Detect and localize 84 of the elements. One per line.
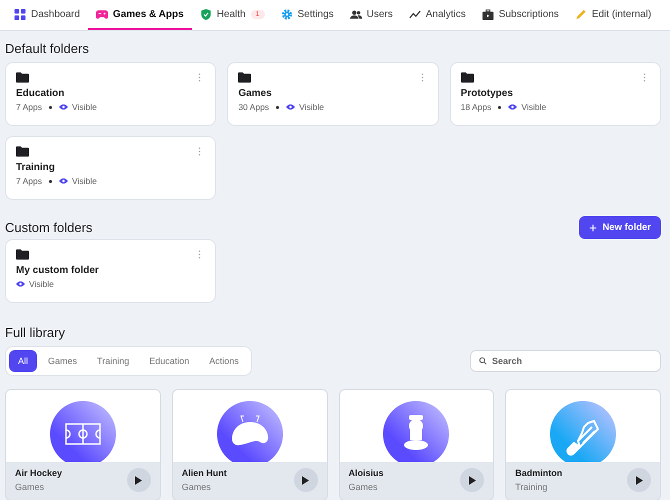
search-field[interactable]: Search (470, 350, 661, 372)
app-card[interactable]: Aloisius Games (338, 389, 494, 500)
folder-icon (238, 72, 252, 83)
folder-name: Education (16, 88, 66, 99)
more-options-icon[interactable] (420, 73, 424, 82)
users-icon (350, 8, 362, 20)
filter-chip[interactable]: Education (140, 350, 198, 372)
filter-chip[interactable]: All (9, 350, 38, 372)
more-options-icon[interactable] (198, 73, 202, 82)
separator-dot (49, 180, 52, 182)
briefcase-icon (482, 8, 494, 20)
visibility-label: Visible (72, 176, 97, 186)
folder-icon (16, 249, 29, 260)
app-name: Badminton (515, 468, 562, 478)
app-count: 7 Apps (16, 102, 42, 112)
nav-tab[interactable]: Settings (272, 0, 342, 30)
gamepad-icon (96, 8, 108, 20)
folder-card[interactable]: Games 30 Apps Visible (227, 62, 439, 126)
play-button[interactable] (460, 468, 484, 492)
app-count: 18 Apps (460, 102, 492, 112)
section-title: Default folders (5, 41, 90, 56)
folder-card[interactable]: My custom folder Visible (5, 239, 216, 303)
folder-icon (16, 146, 29, 157)
grid-icon (14, 8, 26, 20)
nav-tab[interactable]: Dashboard (6, 0, 88, 30)
app-category: Training (515, 482, 548, 492)
play-icon (135, 476, 142, 484)
app-count: 30 Apps (238, 102, 270, 112)
app-card[interactable]: Badminton Training (505, 389, 661, 500)
eye-icon (59, 178, 68, 184)
eye-icon (59, 104, 68, 110)
play-button[interactable] (294, 468, 318, 492)
nav-tab[interactable]: Games & Apps (88, 0, 192, 30)
folder-icon (16, 72, 29, 83)
folder-name: Prototypes (460, 88, 514, 99)
folder-name: Training (16, 162, 56, 173)
folder-icon (460, 72, 474, 83)
visibility-label: Visible (299, 102, 324, 112)
more-options-icon[interactable] (198, 147, 202, 156)
app-category: Games (15, 482, 46, 492)
filter-chip[interactable]: Actions (200, 350, 248, 372)
pencil-icon (574, 8, 587, 20)
eye-icon (16, 281, 25, 287)
shield-icon (200, 8, 212, 20)
app-name: Air Hockey (15, 468, 62, 478)
folder-card[interactable]: Education 7 Apps Visible (5, 62, 216, 126)
eye-icon (508, 104, 518, 110)
nav-tab[interactable]: Edit (internal) (566, 0, 660, 30)
folder-name: My custom folder (16, 265, 100, 276)
section-title: Custom folders (5, 220, 92, 235)
separator-dot (498, 106, 502, 108)
filter-chip[interactable]: Games (39, 350, 86, 372)
more-options-icon[interactable] (198, 250, 202, 259)
nav-tab[interactable]: Analytics (400, 0, 474, 30)
trend-line-icon (408, 8, 421, 20)
more-options-icon[interactable] (642, 73, 646, 82)
app-card[interactable]: Air Hockey Games (5, 389, 161, 500)
app-card[interactable]: Alien Hunt Games (172, 389, 328, 500)
app-count: 7 Apps (16, 176, 42, 186)
play-button[interactable] (627, 468, 651, 492)
new-folder-button[interactable]: New folder (579, 216, 661, 239)
folder-name: Games (238, 88, 273, 99)
eye-icon (286, 104, 296, 110)
separator-dot (276, 106, 280, 108)
settings-icon (280, 8, 292, 20)
play-icon (468, 476, 476, 484)
play-icon (302, 476, 309, 484)
play-button[interactable] (126, 468, 151, 492)
folder-card[interactable]: Prototypes 18 Apps Visible (450, 62, 661, 126)
folder-card[interactable]: Training 7 Apps Visible (5, 136, 216, 200)
section-title: Full library (5, 325, 66, 340)
visibility-label: Visible (521, 102, 546, 112)
visibility-label: Visible (72, 102, 97, 112)
plus-icon (589, 224, 598, 232)
app-name: Aloisius (348, 468, 384, 478)
filter-chip[interactable]: Training (88, 350, 138, 372)
app-category: Games (182, 482, 212, 492)
nav-tab[interactable]: Users (342, 0, 401, 30)
play-icon (636, 476, 642, 484)
visibility-label: Visible (29, 279, 54, 289)
app-name: Alien Hunt (182, 468, 227, 478)
separator-dot (49, 106, 52, 108)
nav-tab[interactable]: Subscriptions (474, 0, 567, 30)
app-category: Games (348, 482, 379, 492)
